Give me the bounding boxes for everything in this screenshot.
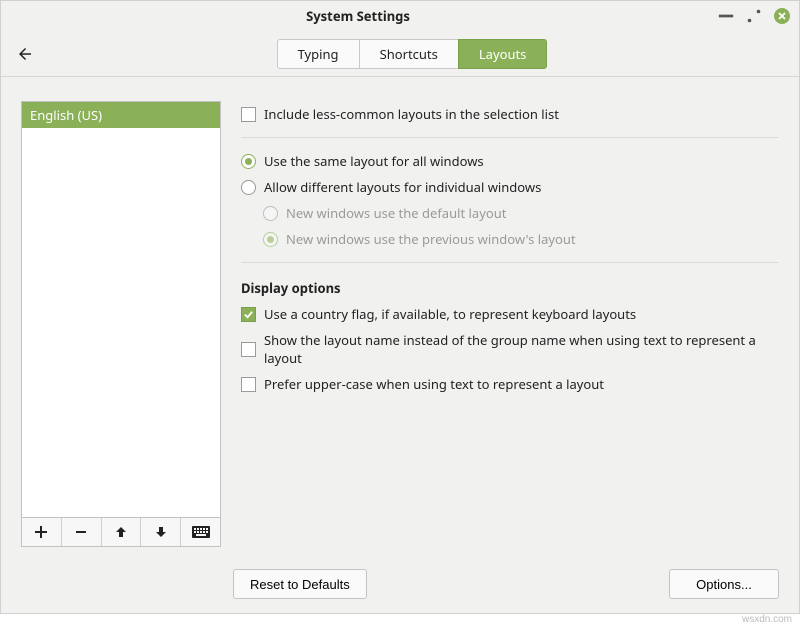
reset-defaults-button[interactable]: Reset to Defaults [233,569,367,599]
move-up-button[interactable] [102,518,142,546]
option-new-default: New windows use the default layout [241,200,779,226]
option-label: Include less-common layouts in the selec… [264,105,559,123]
option-country-flag[interactable]: Use a country flag, if available, to rep… [241,301,779,327]
layout-list-toolbar [21,518,221,547]
remove-layout-button[interactable] [62,518,102,546]
arrow-up-icon [114,525,128,539]
layout-list[interactable]: English (US) [21,101,221,518]
tab-typing[interactable]: Typing [277,39,360,69]
option-label: Use the same layout for all windows [264,152,484,170]
close-button[interactable] [773,7,791,25]
footer: Reset to Defaults Options... [1,559,799,613]
option-label: New windows use the previous window's la… [286,230,576,248]
option-layout-name[interactable]: Show the layout name instead of the grou… [241,327,779,371]
move-down-button[interactable] [141,518,181,546]
options-panel: Include less-common layouts in the selec… [241,101,779,547]
checkbox-icon [241,307,256,322]
watermark: wsxdn.com [0,614,800,629]
checkbox-icon [241,377,256,392]
content-area: English (US) [1,77,799,559]
option-same-for-all[interactable]: Use the same layout for all windows [241,148,779,174]
arrow-down-icon [154,525,168,539]
display-options-heading: Display options [241,279,779,297]
separator [241,137,779,138]
option-include-less-common[interactable]: Include less-common layouts in the selec… [241,101,779,127]
radio-icon [241,180,256,195]
layout-panel: English (US) [21,101,221,547]
radio-icon [263,206,278,221]
show-keyboard-button[interactable] [181,518,220,546]
option-label: Use a country flag, if available, to rep… [264,305,636,323]
tab-shortcuts[interactable]: Shortcuts [359,39,459,69]
layout-item-english-us[interactable]: English (US) [22,102,220,128]
options-button[interactable]: Options... [669,569,779,599]
tab-layouts[interactable]: Layouts [458,39,548,69]
radio-icon [263,232,278,247]
keyboard-icon [192,525,210,539]
window-title: System Settings [9,7,707,25]
back-button[interactable] [13,42,37,66]
checkbox-icon [241,107,256,122]
option-label: New windows use the default layout [286,204,506,222]
settings-window: System Settings Typing Shortcuts Layouts [0,0,800,614]
option-label: Show the layout name instead of the grou… [264,331,779,367]
maximize-button[interactable] [745,7,763,25]
checkbox-icon [241,342,256,357]
option-label: Prefer upper-case when using text to rep… [264,375,604,393]
option-label: Allow different layouts for individual w… [264,178,541,196]
minus-icon [74,525,88,539]
option-new-previous: New windows use the previous window's la… [241,226,779,252]
plus-icon [34,525,48,539]
close-icon [774,8,790,24]
minimize-button[interactable] [717,7,735,25]
separator [241,262,779,263]
header: Typing Shortcuts Layouts [1,31,799,77]
option-uppercase[interactable]: Prefer upper-case when using text to rep… [241,371,779,397]
option-per-window[interactable]: Allow different layouts for individual w… [241,174,779,200]
tab-bar: Typing Shortcuts Layouts [37,39,787,69]
titlebar: System Settings [1,1,799,31]
radio-icon [241,154,256,169]
add-layout-button[interactable] [22,518,62,546]
